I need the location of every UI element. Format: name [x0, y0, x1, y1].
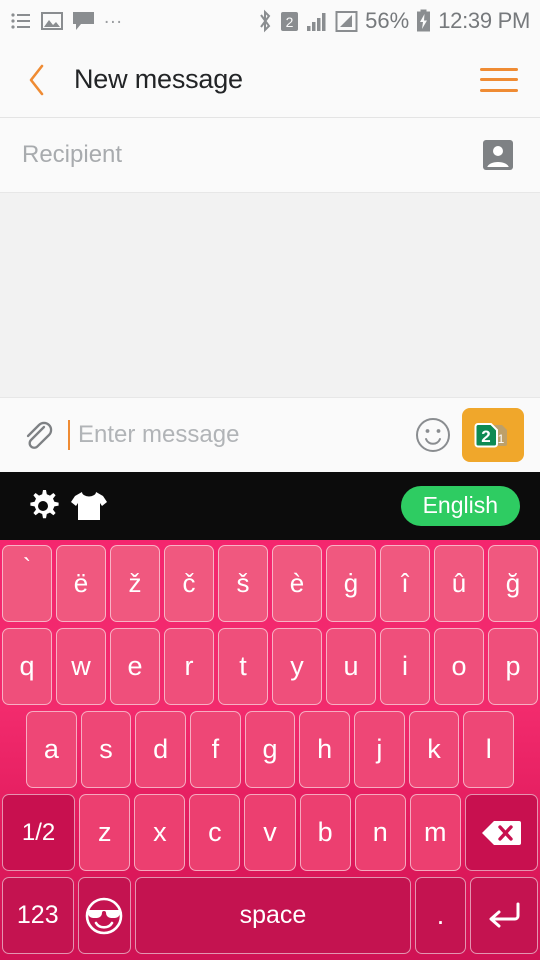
on-screen-keyboard: ` ë ž č š è ġ î û ğ q w e r t y u i o p … [0, 540, 540, 960]
key-m[interactable]: m [409, 794, 461, 871]
hamburger-line [480, 88, 518, 92]
svg-text:2: 2 [286, 14, 294, 30]
key-d[interactable]: d [135, 711, 187, 788]
list-icon [10, 10, 32, 32]
contact-picker-icon[interactable] [478, 135, 518, 175]
key-w[interactable]: w [56, 628, 106, 705]
paperclip-icon[interactable] [16, 414, 58, 456]
status-bar-right-icons: 2 56% 12:39 PM [257, 8, 530, 34]
key-grave[interactable]: ` [2, 545, 52, 622]
keyboard-row-function: 123 space . [0, 874, 540, 957]
page-title: New message [74, 64, 243, 94]
sim2-send-icon: 1 2 [474, 423, 507, 448]
message-thread-area [0, 193, 540, 397]
clock-label: 12:39 PM [438, 8, 530, 33]
sim2-icon: 2 [280, 10, 299, 33]
hamburger-menu-icon[interactable] [480, 65, 518, 95]
smiley-face-icon[interactable] [410, 412, 456, 458]
key-emoji[interactable] [77, 877, 131, 954]
send-button[interactable]: 1 2 [462, 408, 524, 462]
hamburger-line [480, 78, 518, 81]
status-bar-left-icons: ... [10, 6, 123, 32]
message-input[interactable] [78, 421, 410, 449]
key-g-breve[interactable]: ğ [488, 545, 538, 622]
bluetooth-icon [257, 9, 273, 33]
key-enter[interactable] [469, 877, 538, 954]
key-t[interactable]: t [218, 628, 268, 705]
enter-return-icon [489, 902, 520, 927]
battery-charging-icon [416, 9, 431, 33]
key-e-diaeresis[interactable]: ë [56, 545, 106, 622]
status-bar: ... 2 56% 12:39 PM [0, 0, 540, 42]
key-r[interactable]: r [164, 628, 214, 705]
signal-icon [306, 10, 328, 32]
key-p[interactable]: p [488, 628, 538, 705]
text-caret [68, 420, 70, 450]
key-e[interactable]: e [110, 628, 160, 705]
gear-icon[interactable] [20, 483, 66, 529]
key-s[interactable]: s [80, 711, 132, 788]
image-icon [41, 11, 63, 31]
key-u-circumflex[interactable]: û [434, 545, 484, 622]
key-l[interactable]: l [463, 711, 515, 788]
key-f[interactable]: f [190, 711, 241, 788]
key-a[interactable]: a [26, 711, 77, 788]
key-c-caron[interactable]: č [164, 545, 214, 622]
keyboard-row-qwerty: q w e r t y u i o p [0, 625, 540, 708]
keyboard-row-accents: ` ë ž č š è ġ î û ğ [0, 542, 540, 625]
app-bar: New message [0, 42, 540, 118]
signal-secondary-icon [335, 10, 358, 33]
key-z[interactable]: z [79, 794, 131, 871]
battery-percent-label: 56% [365, 8, 410, 33]
key-g[interactable]: g [244, 711, 296, 788]
key-j[interactable]: j [354, 711, 405, 788]
key-i-circumflex[interactable]: î [380, 545, 430, 622]
tshirt-icon[interactable] [66, 483, 112, 529]
key-k[interactable]: k [408, 711, 460, 788]
key-y[interactable]: y [272, 628, 322, 705]
key-b[interactable]: b [299, 794, 351, 871]
key-period[interactable]: . [414, 877, 466, 954]
keyboard-row-bottom-letters: 1/2 z x c v b n m [0, 791, 540, 874]
recipient-input[interactable] [22, 141, 478, 169]
key-e-grave[interactable]: è [272, 545, 322, 622]
key-v[interactable]: v [244, 794, 296, 871]
key-g-dot[interactable]: ġ [326, 545, 376, 622]
key-z-caron[interactable]: ž [110, 545, 160, 622]
key-s-caron[interactable]: š [218, 545, 268, 622]
backspace-icon [482, 820, 522, 845]
keyboard-toolbar: English [0, 472, 540, 540]
key-backspace[interactable] [464, 794, 539, 871]
key-page-toggle[interactable]: 1/2 [2, 794, 76, 871]
key-o[interactable]: o [434, 628, 484, 705]
key-space[interactable]: space [134, 877, 411, 954]
sunglasses-emoji-icon [85, 897, 123, 934]
key-q[interactable]: q [2, 628, 52, 705]
compose-field [68, 420, 410, 450]
key-numeric[interactable]: 123 [2, 877, 74, 954]
recipient-row [0, 118, 540, 193]
svg-text:2: 2 [481, 427, 490, 446]
key-c[interactable]: c [189, 794, 241, 871]
messaging-app-screen: ... 2 56% 12:39 PM New message Recipient… [0, 0, 540, 960]
compose-bar: 1 2 [0, 397, 540, 472]
key-h[interactable]: h [299, 711, 351, 788]
hamburger-line [480, 67, 518, 71]
key-i[interactable]: i [380, 628, 430, 705]
chevron-left-icon[interactable] [22, 62, 52, 98]
overflow-dots-icon: ... [104, 6, 123, 28]
key-u[interactable]: u [326, 628, 376, 705]
key-n[interactable]: n [354, 794, 406, 871]
message-icon [72, 11, 95, 31]
svg-text:1: 1 [498, 432, 505, 446]
key-x[interactable]: x [134, 794, 186, 871]
language-pill[interactable]: English [400, 486, 520, 526]
keyboard-row-home: a s d f g h j k l [0, 708, 540, 791]
